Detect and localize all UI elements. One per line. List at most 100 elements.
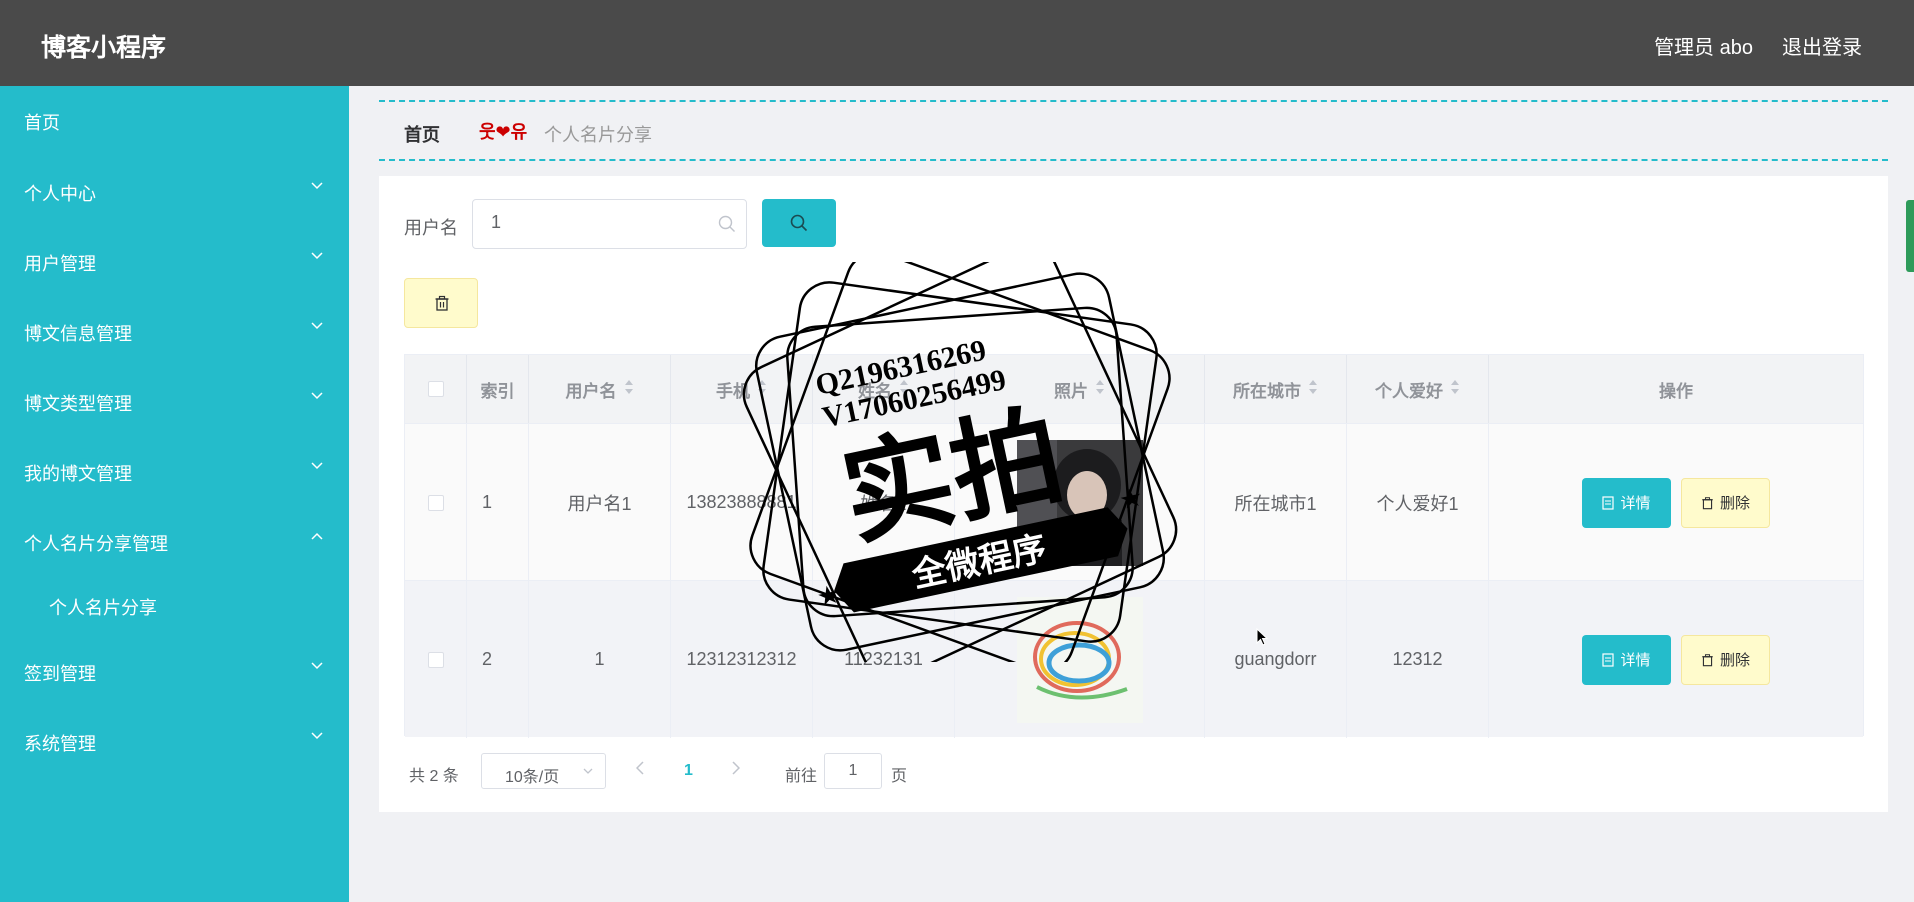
document-icon: [1602, 652, 1615, 667]
cell-hobby: 12312: [1347, 581, 1489, 738]
mouse-cursor-icon: [1256, 628, 1268, 646]
cell-username: 1: [529, 581, 671, 738]
sidebar-item-system[interactable]: 系统管理: [0, 716, 349, 766]
cell-phone: 13823888881: [671, 424, 813, 581]
detail-button[interactable]: 详情: [1582, 634, 1671, 685]
next-page-button[interactable]: [732, 761, 741, 780]
column-header-username[interactable]: 用户名: [529, 355, 671, 423]
breadcrumb-current: 个人名片分享: [544, 125, 652, 145]
goto-suffix: 页: [891, 768, 908, 785]
row-checkbox-cell: [405, 424, 467, 581]
row-checkbox[interactable]: [427, 494, 444, 511]
chevron-right-icon: [732, 761, 741, 775]
detail-button-label: 详情: [1620, 495, 1651, 512]
sort-icon: [1095, 379, 1105, 400]
chevron-left-icon: [635, 761, 644, 775]
sidebar-item-checkin[interactable]: 签到管理: [0, 646, 349, 696]
logout-link[interactable]: 退出登录: [1782, 31, 1862, 60]
pagination: 共 2 条 10条/页 1 前往 页: [404, 753, 1004, 789]
chevron-down-icon: [311, 252, 323, 262]
table-row: 2 1 12312312312 11232131 guangdorr 12312: [405, 580, 1863, 738]
column-header-photo[interactable]: 照片: [955, 355, 1205, 423]
document-icon: [1602, 495, 1615, 510]
column-header-label: 手机: [716, 381, 750, 401]
sort-icon: [1450, 379, 1460, 400]
sort-icon: [899, 379, 909, 400]
cell-actions: 详情 删除: [1489, 581, 1863, 738]
cell-city: 所在城市1: [1205, 424, 1347, 581]
sidebar: 首页 个人中心 用户管理 博文信息管理 博文类型管理 我的博文管理 个人名片分享…: [0, 86, 349, 902]
pagination-total: 共 2 条: [409, 768, 459, 785]
cell-username: 用户名1: [529, 424, 671, 581]
column-header-phone[interactable]: 手机: [671, 355, 813, 423]
cell-phone: 12312312312: [671, 581, 813, 738]
header-checkbox-cell: [405, 355, 467, 423]
column-header-label: 照片: [1054, 381, 1088, 401]
sidebar-item-label: 首页: [24, 113, 60, 133]
chevron-down-icon: [311, 662, 323, 672]
sidebar-item-home[interactable]: 首页: [0, 95, 349, 145]
sidebar-item-label: 博文信息管理: [24, 324, 132, 344]
cell-actions: 详情 删除: [1489, 424, 1863, 581]
sidebar-item-card-share[interactable]: 个人名片分享: [0, 580, 349, 630]
column-header-index: 索引: [467, 355, 529, 423]
search-icon: [718, 215, 736, 238]
app-title: 博客小程序: [41, 34, 167, 62]
sort-icon: [624, 379, 634, 400]
column-header-label: 姓名: [858, 381, 892, 401]
row-checkbox[interactable]: [427, 651, 444, 668]
goto-page-input[interactable]: [824, 753, 882, 789]
delete-button-label: 删除: [1719, 495, 1750, 512]
chevron-down-icon: [311, 322, 323, 332]
content-card: 用户名 索引 用户名 手机 姓名 照片 所在城市 个人爱好 操作: [379, 176, 1888, 812]
breadcrumb-home[interactable]: 首页: [404, 121, 440, 147]
column-header-name[interactable]: 姓名: [813, 355, 955, 423]
trash-icon: [1702, 496, 1713, 509]
delete-button[interactable]: 删除: [1681, 477, 1770, 528]
goto-label: 前往: [785, 768, 818, 785]
sidebar-item-card-share-management[interactable]: 个人名片分享管理: [0, 516, 349, 566]
main-content: 首页 웃❤유 个人名片分享 用户名 索引 用户名 手机 姓名 照片 所在城: [349, 86, 1914, 902]
page-number-current[interactable]: 1: [684, 762, 693, 780]
user-photo: [1016, 439, 1143, 566]
sidebar-item-my-blogs[interactable]: 我的博文管理: [0, 446, 349, 496]
sidebar-item-label: 用户管理: [24, 254, 96, 274]
sidebar-item-personal-center[interactable]: 个人中心: [0, 166, 349, 216]
chevron-down-icon: [583, 768, 593, 774]
sidebar-item-label: 博文类型管理: [24, 394, 132, 414]
column-header-city[interactable]: 所在城市: [1205, 355, 1347, 423]
cell-photo: [955, 581, 1205, 738]
trash-icon: [435, 295, 449, 311]
column-header-actions: 操作: [1659, 381, 1693, 401]
user-photo: [1016, 596, 1143, 723]
column-header-hobby[interactable]: 个人爱好: [1347, 355, 1489, 423]
search-field-wrapper: [472, 199, 747, 249]
sidebar-item-blog-info[interactable]: 博文信息管理: [0, 306, 349, 356]
chevron-down-icon: [311, 462, 323, 472]
detail-button[interactable]: 详情: [1582, 477, 1671, 528]
sidebar-item-user-management[interactable]: 用户管理: [0, 236, 349, 286]
search-button[interactable]: [762, 199, 836, 247]
chevron-down-icon: [311, 182, 323, 192]
column-header-label: 个人爱好: [1375, 381, 1443, 401]
prev-page-button[interactable]: [635, 761, 644, 780]
sidebar-item-label: 个人名片分享: [49, 598, 157, 618]
cell-city: guangdorr: [1205, 581, 1347, 738]
page-scrollbar[interactable]: [1906, 200, 1914, 272]
chevron-up-icon: [311, 532, 323, 542]
batch-delete-button[interactable]: [404, 278, 478, 328]
sort-icon: [757, 379, 767, 400]
sidebar-item-blog-type[interactable]: 博文类型管理: [0, 376, 349, 426]
admin-label: 管理员 abo: [1654, 37, 1753, 59]
trash-icon: [1702, 653, 1713, 666]
cell-name: 11232131: [813, 581, 955, 738]
page-size-select[interactable]: 10条/页: [481, 753, 606, 789]
column-header-label: 所在城市: [1233, 381, 1301, 401]
column-header-label: 用户名: [565, 381, 617, 401]
cell-index: 2: [467, 581, 529, 738]
delete-button[interactable]: 删除: [1681, 634, 1770, 685]
sidebar-item-label: 我的博文管理: [24, 464, 132, 484]
select-all-checkbox[interactable]: [427, 381, 444, 397]
search-input[interactable]: [491, 212, 711, 233]
chevron-down-icon: [311, 392, 323, 402]
